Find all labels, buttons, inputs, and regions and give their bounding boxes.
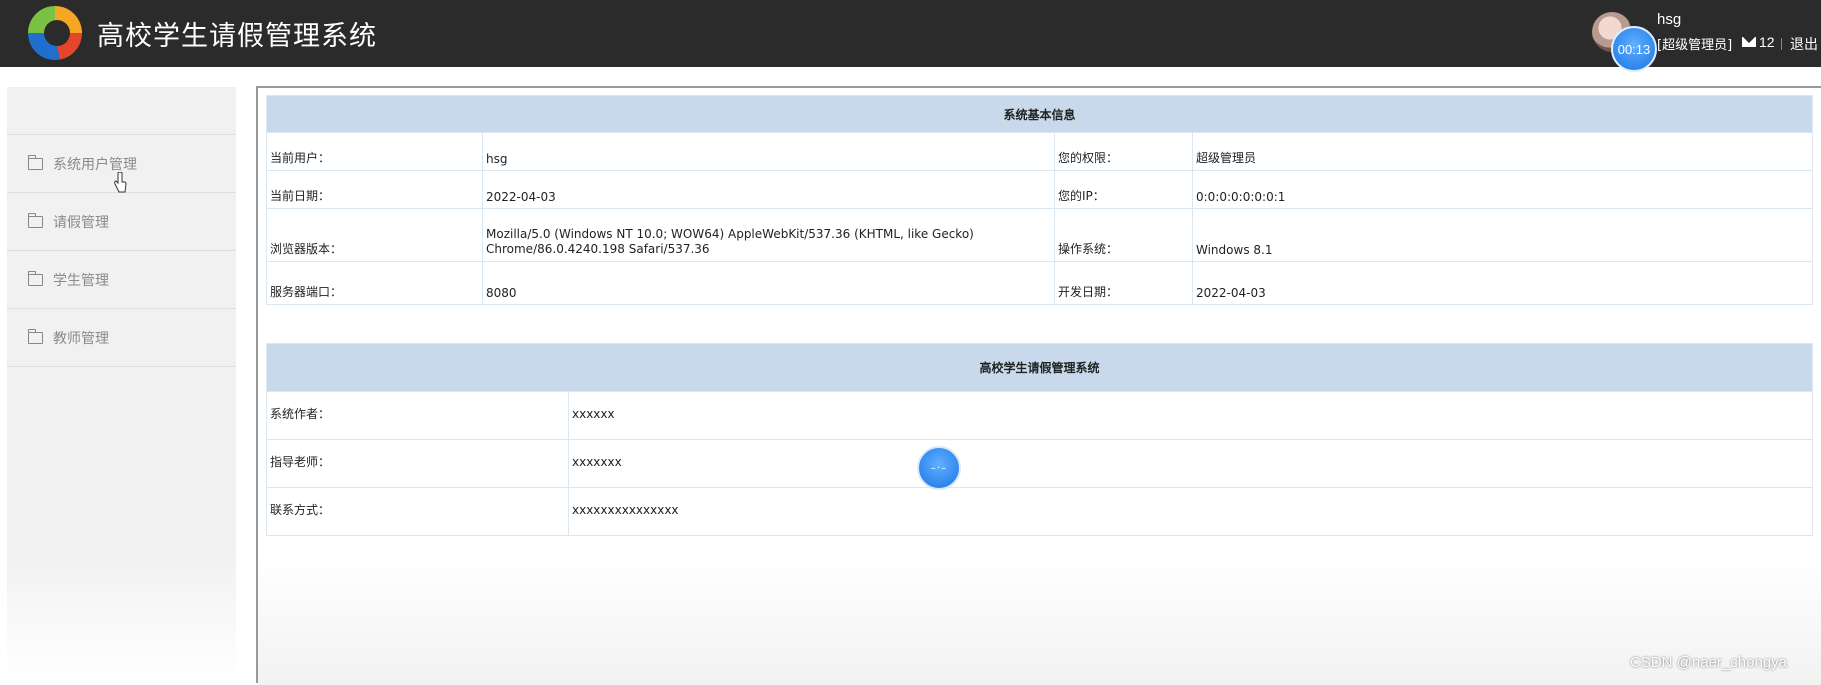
app-logo-icon [28,6,82,60]
folder-icon [28,212,43,228]
about-heading: 高校学生请假管理系统 [266,343,1813,392]
sidebar-item-label: 系统用户管理 [53,156,137,173]
info-label: 您的权限： [1054,132,1193,171]
main-content: 系统基本信息 当前用户： hsg 您的权限： 超级管理员 当前日期： 2022-… [256,86,1821,685]
user-role: [超级管理员] [1657,38,1733,53]
floating-action-button[interactable]: –·– [917,446,961,490]
system-info-table: 系统基本信息 当前用户： hsg 您的权限： 超级管理员 当前日期： 2022-… [266,95,1813,305]
sidebar-item-students[interactable]: 学生管理 [7,251,236,309]
about-value: xxxxxxx [568,439,1813,488]
table-row: 系统作者： xxxxxx [266,391,1813,440]
top-header: 高校学生请假管理系统 00:13 hsg [超级管理员] 12 退出 [0,0,1821,72]
info-label: 服务器端口： [266,261,483,305]
more-icon: –·– [930,462,948,474]
about-value: xxxxxxxxxxxxxxx [568,487,1813,536]
sidebar-item-leave[interactable]: 请假管理 [7,193,236,251]
mail-icon [1742,37,1756,47]
info-label: 当前用户： [266,132,483,171]
info-value: 2022-04-03 [482,170,1055,209]
table-row: 浏览器版本： Mozilla/5.0 (Windows NT 10.0; WOW… [266,208,1813,262]
info-label: 开发日期： [1054,261,1193,305]
table-row: 联系方式： xxxxxxxxxxxxxxx [266,487,1813,536]
about-label: 联系方式： [266,487,569,536]
info-label: 当前日期： [266,170,483,209]
info-value: hsg [482,132,1055,171]
info-label: 您的IP： [1054,170,1193,209]
about-table: 高校学生请假管理系统 系统作者： xxxxxx 指导老师： xxxxxxx 联系… [266,343,1813,536]
table-row: 服务器端口： 8080 开发日期： 2022-04-03 [266,261,1813,305]
folder-icon [28,270,43,286]
folder-icon [28,154,43,170]
info-value: Windows 8.1 [1192,208,1813,262]
sidebar-item-label: 学生管理 [53,272,109,289]
info-value: 超级管理员 [1192,132,1813,171]
messages-link[interactable]: 12 [1742,34,1775,50]
watermark: CSDN @naer_chongya [1630,654,1787,671]
sidebar-top [7,87,236,135]
folder-icon [28,328,43,344]
info-value: Mozilla/5.0 (Windows NT 10.0; WOW64) App… [482,208,1055,262]
info-value: 0:0:0:0:0:0:0:1 [1192,170,1813,209]
sidebar-item-label: 请假管理 [53,214,109,231]
sidebar-item-teachers[interactable]: 教师管理 [7,309,236,367]
sidebar-item-label: 教师管理 [53,330,109,347]
bottom-fade [258,558,1821,685]
message-count: 12 [1759,34,1775,50]
info-label: 浏览器版本： [266,208,483,262]
timer-badge[interactable]: 00:13 [1611,26,1657,72]
logout-link[interactable]: 退出 [1790,34,1818,54]
header-divider [1781,38,1782,50]
table-row: 当前日期： 2022-04-03 您的IP： 0:0:0:0:0:0:0:1 [266,170,1813,209]
about-label: 系统作者： [266,391,569,440]
hand-pointer-icon [114,172,127,193]
about-label: 指导老师： [266,439,569,488]
info-label: 操作系统： [1054,208,1193,262]
table-row: 指导老师： xxxxxxx [266,439,1813,488]
about-value: xxxxxx [568,391,1813,440]
info-value: 2022-04-03 [1192,261,1813,305]
system-info-heading: 系统基本信息 [266,95,1813,133]
table-row: 当前用户： hsg 您的权限： 超级管理员 [266,132,1813,171]
user-name: hsg [1657,11,1682,28]
info-value: 8080 [482,261,1055,305]
app-title: 高校学生请假管理系统 [97,21,377,52]
